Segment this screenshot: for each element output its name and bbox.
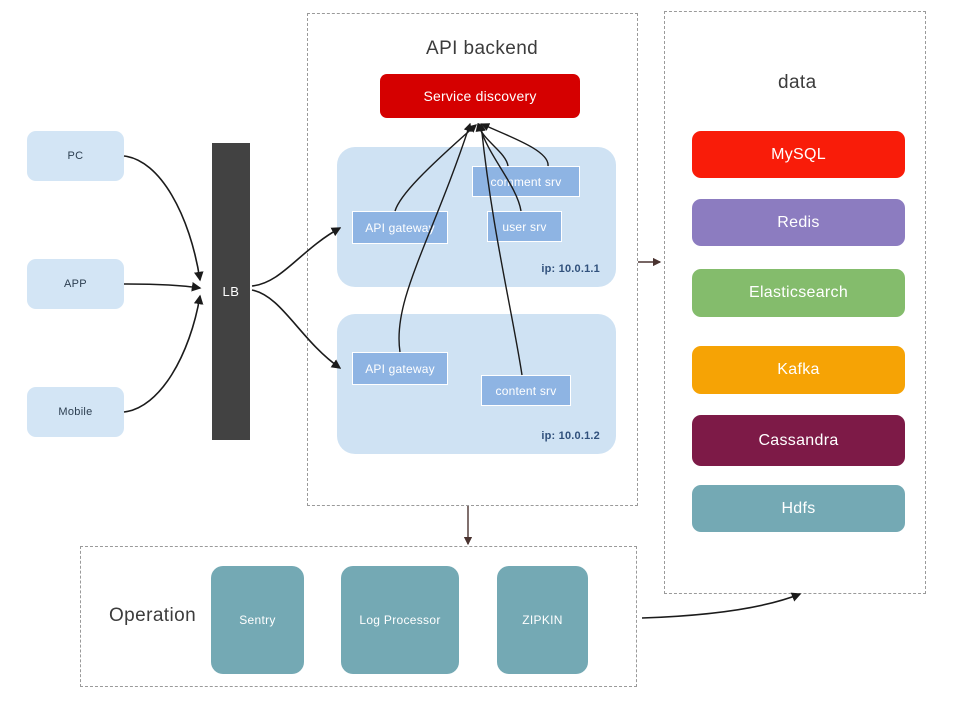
client-box-pc[interactable]: PC [27, 131, 124, 181]
service-discovery-label: Service discovery [423, 88, 537, 104]
data-store-redis[interactable]: Redis [692, 199, 905, 246]
data-store-label-cassandra: Cassandra [758, 431, 839, 449]
cluster-1-ip-label: ip: 10.0.1.1 [541, 263, 600, 275]
api-backend-title: API backend [426, 38, 539, 59]
service-box-content-srv[interactable]: content srv [481, 375, 571, 406]
service-label-content-srv: content srv [495, 383, 557, 398]
ops-box-sentry[interactable]: Sentry [211, 566, 304, 674]
data-store-label-mysql: MySQL [771, 145, 826, 163]
service-label-user-srv: user srv [502, 219, 547, 234]
cluster-2-ip-label: ip: 10.0.1.2 [541, 430, 600, 442]
client-label-app: APP [64, 278, 87, 290]
load-balancer-label: LB [222, 284, 240, 299]
load-balancer-bar[interactable]: LB [212, 143, 250, 440]
data-store-label-hdfs: Hdfs [781, 499, 816, 517]
edge-pc-to-lb [123, 155, 204, 282]
edge-mobile-to-lb [123, 294, 204, 413]
service-box-api-gateway-1[interactable]: API gateway [352, 211, 448, 244]
data-title: data [778, 72, 817, 93]
client-label-mobile: Mobile [58, 406, 93, 418]
service-box-comment-srv[interactable]: comment srv [472, 166, 580, 197]
service-discovery-box[interactable]: Service discovery [380, 74, 580, 118]
service-box-user-srv[interactable]: user srv [487, 211, 562, 242]
data-store-hdfs[interactable]: Hdfs [692, 485, 905, 532]
service-box-api-gateway-2[interactable]: API gateway [352, 352, 448, 385]
ops-box-zipkin[interactable]: ZIPKIN [497, 566, 588, 674]
client-box-mobile[interactable]: Mobile [27, 387, 124, 437]
edge-operation-to-data [641, 592, 802, 619]
service-label-comment-srv: comment srv [490, 174, 562, 189]
data-store-label-elasticsearch: Elasticsearch [748, 284, 849, 301]
ops-label-log-processor: Log Processor [359, 613, 441, 627]
data-store-cassandra[interactable]: Cassandra [692, 415, 905, 466]
operation-title: Operation [109, 605, 197, 626]
data-store-label-redis: Redis [777, 213, 820, 231]
client-label-pc: PC [67, 150, 84, 162]
data-store-mysql[interactable]: MySQL [692, 131, 905, 178]
service-label-api-gateway-2: API gateway [365, 361, 435, 376]
client-box-app[interactable]: APP [27, 259, 124, 309]
edge-app-to-lb [123, 282, 202, 292]
diagram-canvas: PC APP Mobile LB API backend Service dis… [0, 0, 960, 720]
ops-label-zipkin: ZIPKIN [522, 613, 563, 627]
data-store-kafka[interactable]: Kafka [692, 346, 905, 394]
data-store-elasticsearch[interactable]: Elasticsearch [692, 269, 905, 317]
data-store-label-kafka: Kafka [777, 361, 820, 378]
ops-box-log-processor[interactable]: Log Processor [341, 566, 459, 674]
service-label-api-gateway-1: API gateway [365, 220, 435, 235]
ops-label-sentry: Sentry [239, 613, 276, 627]
